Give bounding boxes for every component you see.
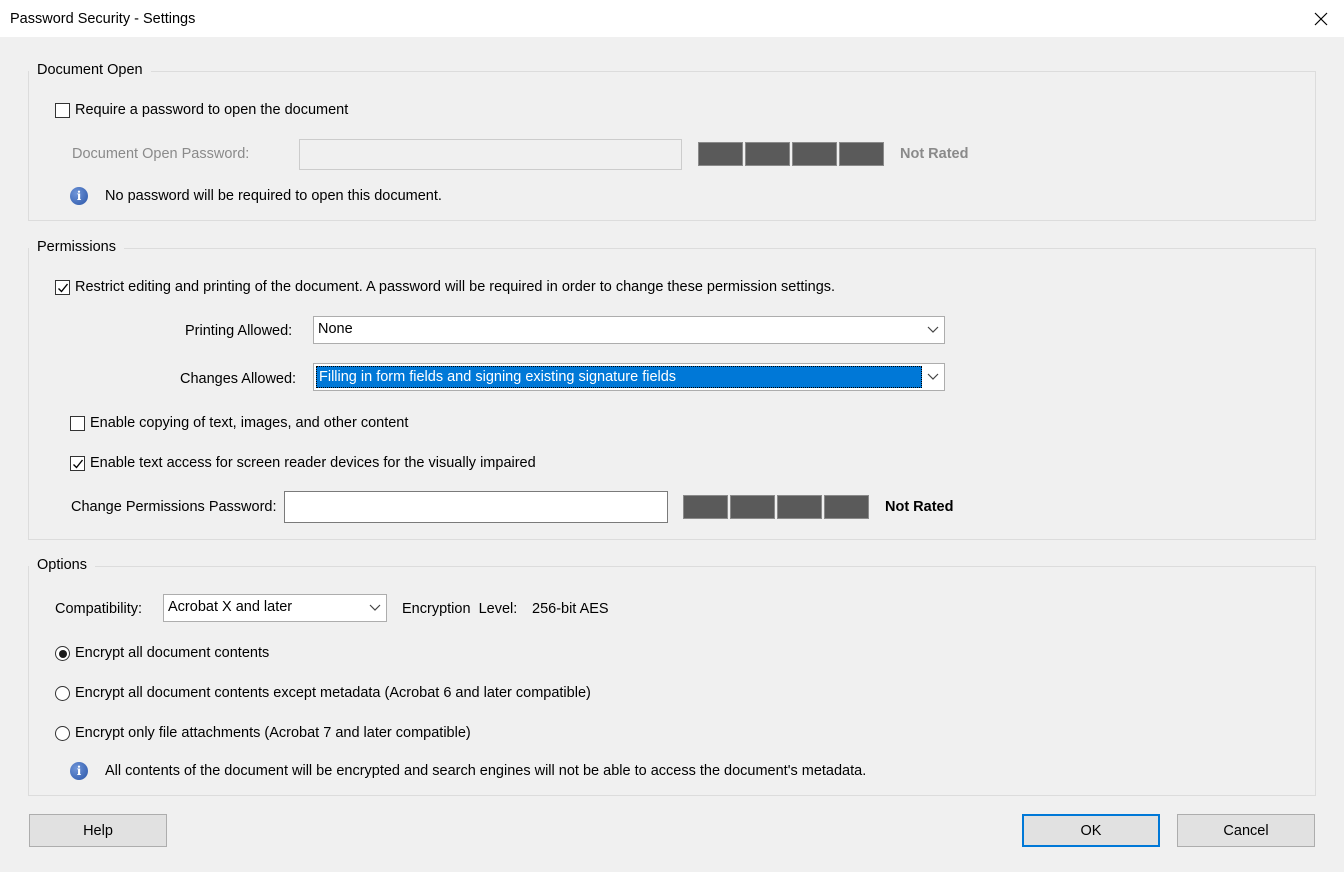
close-icon: [1314, 12, 1328, 26]
info-icon: i: [70, 762, 88, 780]
changes-allowed-value: Filling in form fields and signing exist…: [316, 366, 922, 388]
document-open-strength-rating: Not Rated: [900, 146, 969, 162]
strength-segment: [698, 142, 743, 166]
compatibility-value: Acrobat X and later: [168, 599, 293, 615]
printing-allowed-value: None: [318, 321, 353, 337]
printing-allowed-select[interactable]: None: [313, 316, 945, 344]
strength-segment: [824, 495, 869, 519]
close-button[interactable]: [1298, 0, 1344, 38]
info-icon: i: [70, 187, 88, 205]
cancel-button[interactable]: Cancel: [1177, 814, 1315, 847]
strength-segment: [683, 495, 728, 519]
enable-screen-reader-checkbox[interactable]: [70, 456, 85, 471]
document-open-info-text: No password will be required to open thi…: [105, 188, 442, 204]
document-open-password-label: Document Open Password:: [72, 146, 250, 162]
encrypt-except-metadata-radio[interactable]: [55, 686, 70, 701]
ok-button[interactable]: OK: [1022, 814, 1160, 847]
radio-selected-dot: [58, 649, 67, 658]
chevron-down-icon[interactable]: [364, 595, 386, 621]
strength-segment: [730, 495, 775, 519]
strength-segment: [792, 142, 837, 166]
options-legend: Options: [29, 557, 95, 573]
options-info-text: All contents of the document will be enc…: [105, 763, 867, 779]
checkmark-icon: [57, 283, 68, 293]
encrypt-attachments-label[interactable]: Encrypt only file attachments (Acrobat 7…: [75, 725, 471, 741]
encrypt-all-radio[interactable]: [55, 646, 70, 661]
document-open-password-input: [299, 139, 682, 170]
checkmark-icon: [72, 459, 83, 469]
printing-allowed-label: Printing Allowed:: [185, 323, 293, 339]
permissions-strength-rating: Not Rated: [885, 499, 954, 515]
encryption-level-value: 256-bit AES: [532, 601, 609, 617]
encrypt-all-label[interactable]: Encrypt all document contents: [75, 645, 269, 661]
encrypt-attachments-radio[interactable]: [55, 726, 70, 741]
change-permissions-password-input[interactable]: [284, 491, 668, 523]
chevron-down-icon[interactable]: [922, 364, 944, 390]
require-password-label[interactable]: Require a password to open the document: [75, 102, 348, 118]
document-open-legend: Document Open: [29, 62, 151, 78]
window-title: Password Security - Settings: [10, 11, 196, 27]
enable-copying-label[interactable]: Enable copying of text, images, and othe…: [90, 415, 408, 431]
enable-copying-checkbox[interactable]: [70, 416, 85, 431]
changes-allowed-select[interactable]: Filling in form fields and signing exist…: [313, 363, 945, 391]
strength-segment: [839, 142, 884, 166]
encrypt-except-metadata-label[interactable]: Encrypt all document contents except met…: [75, 685, 591, 701]
permissions-strength-meter: [683, 495, 869, 519]
changes-allowed-label: Changes Allowed:: [180, 371, 297, 387]
compatibility-select[interactable]: Acrobat X and later: [163, 594, 387, 622]
compatibility-label: Compatibility:: [55, 601, 143, 617]
document-open-strength-meter: [698, 142, 884, 166]
chevron-down-icon[interactable]: [922, 317, 944, 343]
restrict-editing-label[interactable]: Restrict editing and printing of the doc…: [75, 279, 835, 295]
require-password-checkbox[interactable]: [55, 103, 70, 118]
encryption-level-label: Encryption Level:: [402, 601, 518, 617]
change-permissions-password-label: Change Permissions Password:: [71, 499, 277, 515]
permissions-legend: Permissions: [29, 239, 124, 255]
strength-segment: [745, 142, 790, 166]
restrict-editing-checkbox[interactable]: [55, 280, 70, 295]
strength-segment: [777, 495, 822, 519]
enable-screen-reader-label[interactable]: Enable text access for screen reader dev…: [90, 455, 536, 471]
title-bar: Password Security - Settings: [0, 0, 1344, 38]
help-button[interactable]: Help: [29, 814, 167, 847]
